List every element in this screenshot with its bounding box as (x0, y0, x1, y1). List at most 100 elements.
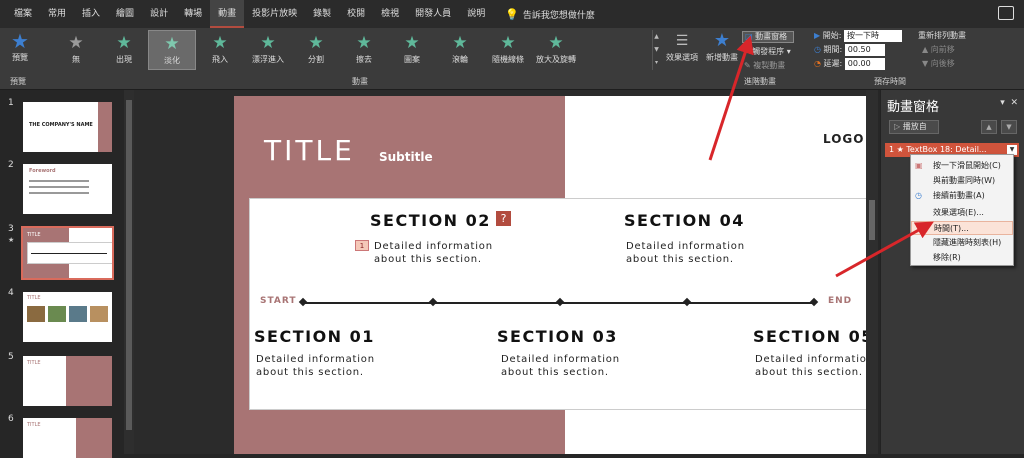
slide-logo[interactable]: LOGO (823, 132, 864, 146)
add-animation-icon: ★ (713, 30, 731, 51)
tab-animations[interactable]: 動畫 (210, 0, 245, 28)
thumb-image: TITLE (21, 226, 114, 280)
trigger-button[interactable]: ⚡ 觸發程序 ▾ (744, 46, 791, 57)
move-down-button[interactable]: ▼ (1001, 120, 1017, 134)
section-02-desc[interactable]: Detailed information about this section. (374, 240, 524, 266)
effect-4[interactable]: ★ 漂浮進入 (244, 30, 292, 70)
play-from-button[interactable]: ▷ 播放自 (889, 120, 939, 134)
pane-controls[interactable]: ▾ ✕ (1000, 98, 1018, 108)
menu-item-label: 效果選項(E)... (933, 208, 984, 217)
effect-3[interactable]: ★ 飛入 (196, 30, 244, 70)
move-up-button[interactable]: ▲ (981, 120, 997, 134)
tell-me-search[interactable]: 💡 告訴我您想做什麼 (505, 8, 595, 21)
move-later-button[interactable]: ▼ 向後移 (922, 58, 955, 69)
tell-me-text: 告訴我您想做什麼 (522, 10, 595, 21)
move-earlier-button[interactable]: ▲ 向前移 (922, 44, 955, 55)
effect-star-icon: ★ (164, 34, 180, 54)
comment-icon[interactable] (998, 6, 1014, 20)
slide-thumbnail-pane: 1 THE COMPANY'S NAME 2 Foreword 3 ★ TITL… (0, 90, 124, 458)
canvas-scrollbar[interactable] (866, 90, 878, 454)
tab-record[interactable]: 錄製 (305, 0, 339, 28)
effect-10[interactable]: ★ 放大及旋轉 (532, 30, 580, 70)
section-02-title[interactable]: SECTION 02 (370, 211, 491, 230)
animation-gallery: ★ 無 ★ 出現 ★ 淡化 ★ 飛入 ★ 漂浮進入 ★ 分割 ★ 擦去 ★ 圖案 ★ 滾輪 ★ 隨機線條 ★ 放大及旋轉 (52, 30, 580, 70)
effect-6[interactable]: ★ 擦去 (340, 30, 388, 70)
start-icon: ▶ (814, 31, 821, 40)
timing-group: ▶ 開始: 按一下時 ◷ 期間: 00.50 ◔ 延遲: 00.00 重新排列動… (812, 30, 1024, 74)
tab-slideshow[interactable]: 投影片放映 (244, 0, 305, 28)
thumb-title: TITLE (27, 295, 41, 301)
menu-item-remove[interactable]: 移除(R) (911, 251, 1013, 265)
duration-field[interactable]: 00.50 (844, 44, 885, 56)
slide-number: 3 (8, 224, 14, 234)
effect-label: 淡化 (164, 56, 180, 65)
animation-pane-title: 動畫窗格 (887, 100, 940, 115)
gallery-scroll[interactable]: ▲ ▼ ▾ (652, 30, 660, 70)
effect-9[interactable]: ★ 隨機線條 (484, 30, 532, 70)
section-03-desc[interactable]: Detailed information about this section. (501, 353, 651, 379)
timeline-box: SECTION 02 ? 1 Detailed information abou… (249, 198, 866, 410)
animation-context-menu: ▣ 按一下滑鼠開始(C) 與前動畫同時(W) ◷ 接續前動畫(A) 效果選項(E… (910, 154, 1014, 266)
effect-star-icon: ★ (452, 33, 468, 53)
tab-file[interactable]: 檔案 (6, 0, 40, 28)
section-04-title[interactable]: SECTION 04 (624, 211, 745, 230)
thumb-title: THE COMPANY'S NAME (29, 122, 93, 128)
menu-item-timing[interactable]: 時間(T)... (911, 221, 1013, 235)
animation-painter-button[interactable]: ✎ 複製動畫 (744, 60, 785, 71)
effect-2[interactable]: ★ 淡化 (148, 30, 196, 70)
tab-insert[interactable]: 插入 (74, 0, 108, 28)
section-04-desc[interactable]: Detailed information about this section. (626, 240, 776, 266)
tab-help[interactable]: 說明 (459, 0, 493, 28)
start-label: 開始: (822, 31, 842, 40)
menu-item-effect-options[interactable]: 效果選項(E)... (911, 206, 1013, 220)
effect-8[interactable]: ★ 滾輪 (436, 30, 484, 70)
animation-pane: 動畫窗格 ▾ ✕ ▷ 播放自 ▲ ▼ 1 ★ TextBox 18: Detai… (880, 90, 1024, 454)
tab-design[interactable]: 設計 (142, 0, 176, 28)
lightning-icon: ⚡ (744, 47, 750, 56)
animation-tag[interactable]: 1 (355, 240, 369, 251)
tab-developer[interactable]: 開發人員 (407, 0, 459, 28)
thumb-title: Foreword (29, 168, 56, 174)
tab-home[interactable]: 常用 (40, 0, 74, 28)
anim-star-icon: ★ (8, 236, 15, 244)
section-01-desc[interactable]: Detailed information about this section. (256, 353, 406, 379)
add-animation-button[interactable]: ★ 新增動畫 (704, 30, 740, 63)
effect-5[interactable]: ★ 分割 (292, 30, 340, 70)
effect-star-icon: ★ (116, 33, 132, 53)
delay-field[interactable]: 00.00 (844, 58, 885, 70)
tab-view[interactable]: 檢視 (373, 0, 407, 28)
start-select[interactable]: 按一下時 (843, 30, 902, 42)
menu-item-after-previous[interactable]: ◷ 接續前動畫(A) (911, 189, 1013, 203)
tab-review[interactable]: 校閱 (339, 0, 373, 28)
effect-star-icon: ★ (356, 33, 372, 53)
section-05-desc[interactable]: Detailed information about this section. (755, 353, 866, 379)
preview-button[interactable]: ★ 預覽 (4, 30, 36, 63)
effect-1[interactable]: ★ 出現 (100, 30, 148, 70)
menu-item-hide-timeline[interactable]: 隱藏進階時刻表(H) (911, 236, 1013, 250)
section-03-title[interactable]: SECTION 03 (497, 327, 618, 346)
animation-pane-button[interactable]: ◪ 動畫窗格 (742, 31, 794, 43)
trigger-label: 觸發程序 (752, 47, 785, 56)
slide-canvas[interactable]: TITLE Subtitle LOGO SECTION 02 ? 1 Detai… (234, 96, 866, 454)
tab-draw[interactable]: 繪圖 (108, 0, 142, 28)
add-animation-label: 新增動畫 (706, 53, 738, 62)
move-later-label: 向後移 (930, 59, 955, 68)
slide-subtitle[interactable]: Subtitle (379, 150, 433, 164)
section-01-title[interactable]: SECTION 01 (254, 327, 375, 346)
effect-label: 擦去 (356, 55, 372, 64)
thumbnail-scrollbar[interactable] (124, 90, 134, 454)
help-marker-icon: ? (496, 211, 511, 226)
menu-item-on-click[interactable]: ▣ 按一下滑鼠開始(C) (911, 159, 1013, 173)
ribbon-tabs: 檔案 常用 插入 繪圖 設計 轉場 動畫 投影片放映 錄製 校閱 檢視 開發人員… (0, 0, 1024, 28)
tab-transitions[interactable]: 轉場 (176, 0, 210, 28)
menu-item-with-previous[interactable]: 與前動畫同時(W) (911, 174, 1013, 188)
slide-title[interactable]: TITLE (264, 134, 355, 167)
menu-item-label: 接續前動畫(A) (933, 191, 985, 200)
effect-options-button[interactable]: ☰ 效果選項 (662, 30, 702, 63)
play-icon: ▷ (894, 122, 901, 131)
effect-label: 無 (72, 55, 80, 64)
effect-0[interactable]: ★ 無 (52, 30, 100, 70)
section-05-title[interactable]: SECTION 05 (753, 327, 866, 346)
effect-7[interactable]: ★ 圖案 (388, 30, 436, 70)
effect-label: 隨機線條 (492, 55, 524, 64)
